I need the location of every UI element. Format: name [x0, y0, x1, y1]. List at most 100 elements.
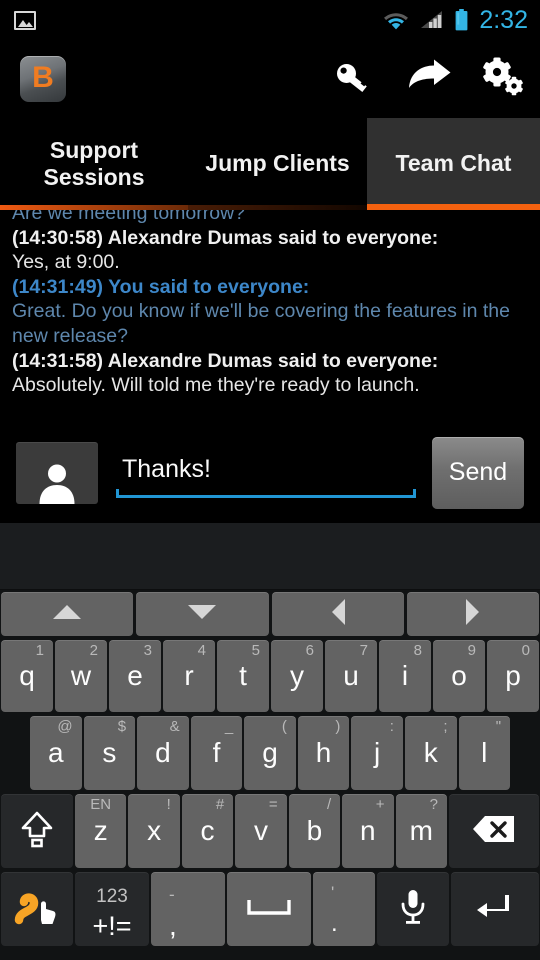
key-backspace[interactable]: [448, 794, 539, 868]
cellular-signal-icon: [420, 10, 444, 30]
chat-message: (14:30:58) Alexandre Dumas said to every…: [12, 226, 528, 275]
key-label: .: [331, 910, 338, 937]
tab-support-sessions-label: Support Sessions: [43, 136, 145, 190]
settings-button[interactable]: [466, 40, 540, 118]
key-label: q: [19, 660, 35, 691]
key-p[interactable]: 0 p: [487, 640, 539, 712]
key-voice-input[interactable]: [377, 872, 449, 946]
key-e[interactable]: 3 e: [109, 640, 161, 712]
key-hint: ': [331, 883, 335, 902]
chat-message-list[interactable]: Are we meeting tomorrow? (14:30:58) Alex…: [0, 210, 540, 422]
chat-message: (14:31:58) Alexandre Dumas said to every…: [12, 349, 528, 398]
key-button[interactable]: [318, 40, 392, 118]
key-label: ,: [169, 910, 177, 941]
space-bar-icon: [247, 898, 291, 921]
row2-right-pad: [512, 716, 539, 790]
keyboard-row-2: @ a $ s & d _ f ( g ) h : j ; k " l: [0, 714, 540, 792]
key-j[interactable]: : j: [351, 716, 403, 790]
keyboard-row-4: 123 +!= - , ' .: [0, 870, 540, 950]
key-u[interactable]: 7 u: [325, 640, 377, 712]
key-arrow-right[interactable]: [406, 592, 539, 636]
key-d[interactable]: & d: [137, 716, 189, 790]
key-hint: !: [166, 796, 171, 813]
key-label: r: [184, 660, 194, 691]
key-hint: -: [169, 885, 175, 904]
share-button[interactable]: [392, 40, 466, 118]
key-symbols[interactable]: 123 +!=: [75, 872, 149, 946]
key-label: t: [239, 660, 247, 691]
key-arrow-up[interactable]: [1, 592, 134, 636]
key-w[interactable]: 2 w: [55, 640, 107, 712]
key-s[interactable]: $ s: [83, 716, 136, 790]
key-hint: /: [326, 796, 332, 813]
tab-team-chat[interactable]: Team Chat: [367, 118, 540, 210]
key-o[interactable]: 9 o: [433, 640, 485, 712]
message-composer: Thanks! Send: [0, 422, 540, 523]
key-hint: 0: [521, 642, 530, 659]
key-n[interactable]: + n: [342, 794, 394, 868]
key-hint: 9: [467, 642, 476, 659]
key-b[interactable]: / b: [288, 794, 341, 868]
key-label: y: [290, 660, 304, 691]
key-hint: 1: [35, 642, 44, 659]
tab-jump-clients[interactable]: Jump Clients: [188, 118, 367, 210]
key-c[interactable]: # c: [181, 794, 234, 868]
key-label: z: [93, 815, 108, 846]
message-input[interactable]: Thanks!: [116, 442, 416, 504]
key-x[interactable]: ! x: [128, 794, 180, 868]
key-comma[interactable]: - ,: [151, 872, 225, 946]
app-logo-icon[interactable]: B: [20, 56, 66, 102]
key-period[interactable]: ' .: [313, 872, 375, 946]
tab-support-sessions[interactable]: Support Sessions: [0, 118, 188, 210]
key-label: n: [360, 815, 376, 846]
key-hint: 7: [359, 642, 368, 659]
keyboard-nav-row: [0, 590, 540, 638]
chat-message-header: (14:31:58) Alexandre Dumas said to every…: [12, 349, 439, 372]
key-swipe-input[interactable]: [1, 872, 73, 946]
key-a[interactable]: @ a: [30, 716, 82, 790]
enter-return-icon: [475, 891, 515, 928]
arrow-right-icon: [463, 597, 483, 632]
key-g[interactable]: ( g: [244, 716, 296, 790]
key-hint: EN: [90, 796, 112, 813]
battery-icon: [455, 9, 468, 31]
status-bar-clock: 2:32: [479, 5, 528, 34]
key-t[interactable]: 5 t: [217, 640, 269, 712]
tab-jump-clients-label: Jump Clients: [205, 150, 350, 177]
key-label: s: [102, 737, 117, 768]
key-y[interactable]: 6 y: [271, 640, 323, 712]
key-label: g: [262, 737, 278, 768]
key-label: l: [481, 737, 488, 768]
key-label: h: [315, 737, 332, 768]
key-hint: &: [169, 718, 180, 735]
message-input-underline: [116, 488, 416, 498]
key-i[interactable]: 8 i: [379, 640, 431, 712]
key-l[interactable]: " l: [458, 716, 511, 790]
key-m[interactable]: ? m: [395, 794, 447, 868]
send-button[interactable]: Send: [432, 436, 524, 509]
key-label: c: [200, 815, 215, 846]
key-q[interactable]: 1 q: [1, 640, 53, 712]
key-v[interactable]: = v: [235, 794, 287, 868]
shift-icon: [20, 809, 54, 854]
key-hint: 5: [251, 642, 260, 659]
key-r[interactable]: 4 r: [163, 640, 215, 712]
key-shift[interactable]: [1, 794, 73, 868]
key-z[interactable]: EN z: [75, 794, 127, 868]
key-arrow-down[interactable]: [136, 592, 269, 636]
key-k[interactable]: ; k: [404, 716, 457, 790]
key-h[interactable]: ) h: [297, 716, 350, 790]
app-logo-letter: B: [32, 61, 54, 94]
key-f[interactable]: _ f: [190, 716, 243, 790]
key-space[interactable]: [227, 872, 311, 946]
chat-message: (14:31:49) You said to everyone: Great. …: [12, 275, 528, 349]
key-label: +!=: [92, 910, 132, 941]
chat-message-body: Are we meeting tomorrow?: [12, 210, 246, 224]
key-enter[interactable]: [451, 872, 539, 946]
key-hint: ?: [429, 796, 438, 813]
wifi-icon: [383, 10, 409, 30]
key-hint: =: [268, 796, 278, 813]
key-arrow-left[interactable]: [271, 592, 404, 636]
backspace-icon: [472, 814, 516, 849]
avatar[interactable]: [16, 441, 98, 504]
